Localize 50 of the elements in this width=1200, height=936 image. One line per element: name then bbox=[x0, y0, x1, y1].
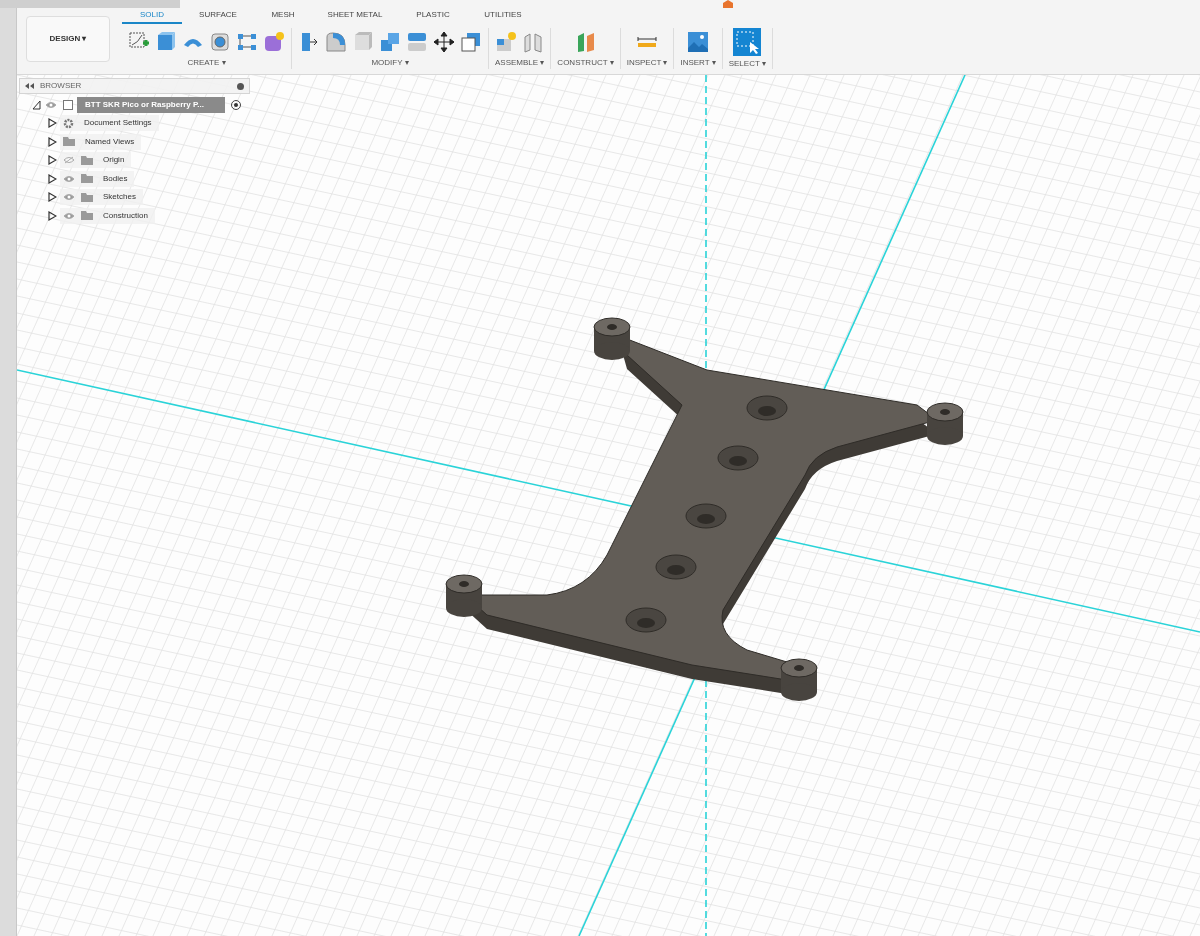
expand-arrow-icon[interactable] bbox=[48, 155, 57, 166]
pin-icon[interactable] bbox=[237, 82, 244, 90]
extrude-icon[interactable] bbox=[155, 30, 177, 53]
folder-icon bbox=[81, 211, 93, 221]
collapse-arrow-icon[interactable] bbox=[32, 100, 41, 110]
image-icon[interactable] bbox=[687, 30, 710, 53]
workspace-dropdown[interactable]: DESIGN ▾ bbox=[26, 16, 110, 62]
component-icon bbox=[63, 100, 73, 110]
joint-icon[interactable] bbox=[522, 30, 545, 53]
folder-icon bbox=[63, 137, 75, 147]
scale-icon[interactable] bbox=[460, 30, 482, 53]
group-menu[interactable]: MODIFY ▾ bbox=[371, 57, 409, 69]
collapse-icon[interactable] bbox=[25, 83, 34, 89]
group-menu[interactable]: INSPECT ▾ bbox=[626, 57, 668, 69]
move-icon[interactable] bbox=[433, 30, 455, 53]
ribbon-tab[interactable]: SOLID bbox=[122, 9, 182, 24]
folder-icon bbox=[81, 155, 93, 165]
expand-arrow-icon[interactable] bbox=[48, 118, 57, 129]
eye-icon[interactable] bbox=[63, 174, 75, 183]
expand-arrow-icon[interactable] bbox=[48, 136, 57, 147]
hidden-eye-icon[interactable] bbox=[63, 156, 75, 165]
new-component-icon[interactable] bbox=[495, 30, 518, 53]
shell-icon[interactable] bbox=[352, 30, 374, 53]
folder-icon bbox=[81, 174, 93, 184]
combine-icon[interactable] bbox=[379, 30, 401, 53]
eye-icon[interactable] bbox=[63, 211, 75, 220]
app-logo-icon bbox=[723, 0, 733, 8]
ribbon-tab[interactable]: UTILITIES bbox=[468, 9, 538, 24]
eye-icon[interactable] bbox=[63, 193, 75, 202]
fillet-icon[interactable] bbox=[325, 30, 347, 53]
expand-arrow-icon[interactable] bbox=[48, 210, 57, 221]
ribbon-tab[interactable]: SURFACE bbox=[182, 9, 254, 24]
expand-arrow-icon[interactable] bbox=[48, 192, 57, 203]
browser-title: BROWSER bbox=[40, 80, 83, 92]
eye-icon[interactable] bbox=[45, 101, 57, 109]
select-icon[interactable] bbox=[733, 28, 762, 56]
split-icon[interactable] bbox=[406, 30, 428, 53]
form-icon[interactable] bbox=[263, 30, 285, 53]
group-menu[interactable]: INSERT ▾ bbox=[680, 57, 716, 69]
ribbon-tab[interactable]: MESH bbox=[254, 9, 312, 24]
hole-icon[interactable] bbox=[209, 30, 231, 53]
group-menu[interactable]: CREATE ▾ bbox=[187, 57, 226, 69]
ribbon-tab[interactable]: SHEET METAL bbox=[312, 9, 398, 24]
expand-arrow-icon[interactable] bbox=[48, 173, 57, 184]
folder-icon bbox=[81, 192, 93, 202]
group-menu[interactable]: CONSTRUCT ▾ bbox=[557, 57, 614, 69]
group-menu[interactable]: SELECT ▾ bbox=[728, 58, 766, 70]
group-menu[interactable]: ASSEMBLE ▾ bbox=[495, 57, 545, 69]
settings-icon bbox=[63, 117, 74, 129]
ribbon-tab[interactable]: PLASTIC bbox=[398, 9, 468, 24]
